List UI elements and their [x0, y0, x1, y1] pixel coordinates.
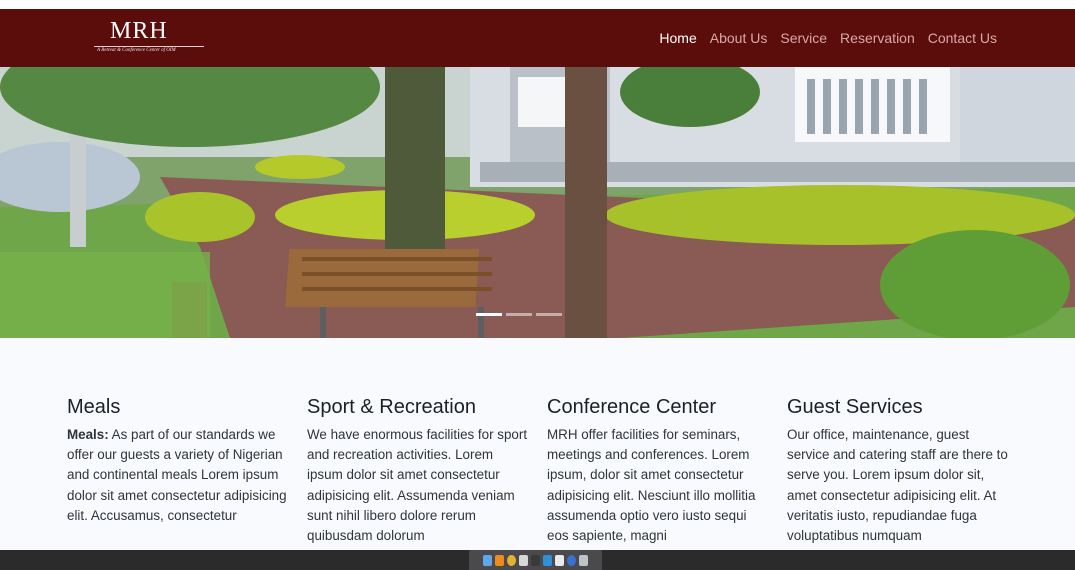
feature-sport-recreation: Sport & Recreation We have enormous faci… — [307, 395, 547, 543]
hero-carousel[interactable] — [0, 67, 1075, 338]
logo-underline — [94, 46, 204, 47]
chrome-icon[interactable] — [507, 554, 516, 566]
nav-service[interactable]: Service — [780, 30, 827, 47]
preview-icon[interactable] — [555, 554, 564, 566]
carousel-indicator-2[interactable] — [506, 313, 532, 316]
carousel-indicators — [476, 313, 562, 316]
logo[interactable]: MRH A Retreat & Conference Center of OIM — [94, 18, 206, 60]
feature-conference-center: Conference Center MRH offer facilities f… — [547, 395, 787, 543]
browser-top-edge — [0, 0, 1075, 9]
logo-title: MRH — [110, 18, 168, 44]
feature-lead: Meals: — [67, 427, 109, 442]
feature-title: Guest Services — [787, 396, 923, 418]
carousel-indicator-1[interactable] — [476, 313, 502, 316]
hero-image — [0, 67, 1075, 338]
vlc-icon[interactable] — [495, 554, 504, 566]
carousel-indicator-3[interactable] — [536, 313, 562, 316]
feature-title: Meals — [67, 396, 121, 418]
terminal-icon[interactable] — [531, 554, 540, 566]
feature-meals: Meals Meals: As part of our standards we… — [67, 395, 307, 541]
vscode-icon[interactable] — [543, 554, 552, 566]
nav-contact-us[interactable]: Contact Us — [928, 30, 997, 47]
main-nav: Home About Us Service Reservation Contac… — [659, 30, 997, 47]
nav-home[interactable]: Home — [659, 30, 696, 47]
logo-subtitle: A Retreat & Conference Center of OIM — [97, 48, 176, 53]
feature-text: We have enormous facilities for sport an… — [307, 427, 528, 544]
features-section: Meals Meals: As part of our standards we… — [67, 395, 1027, 543]
navbar: MRH A Retreat & Conference Center of OIM… — [0, 9, 1075, 67]
nav-reservation[interactable]: Reservation — [840, 30, 915, 47]
feature-title: Conference Center — [547, 396, 716, 418]
finder-icon[interactable] — [483, 554, 492, 566]
nav-about-us[interactable]: About Us — [710, 30, 768, 47]
feature-title: Sport & Recreation — [307, 396, 476, 418]
browser-icon[interactable] — [567, 554, 576, 566]
feature-text: Our office, maintenance, guest service a… — [787, 427, 1008, 544]
trash-icon[interactable] — [579, 554, 588, 566]
dock — [469, 550, 602, 570]
feature-guest-services: Guest Services Our office, maintenance, … — [787, 395, 1027, 543]
app-icon[interactable] — [519, 554, 528, 566]
feature-text: Meals: As part of our standards we offer… — [67, 425, 289, 526]
feature-text: MRH offer facilities for seminars, meeti… — [547, 427, 756, 544]
